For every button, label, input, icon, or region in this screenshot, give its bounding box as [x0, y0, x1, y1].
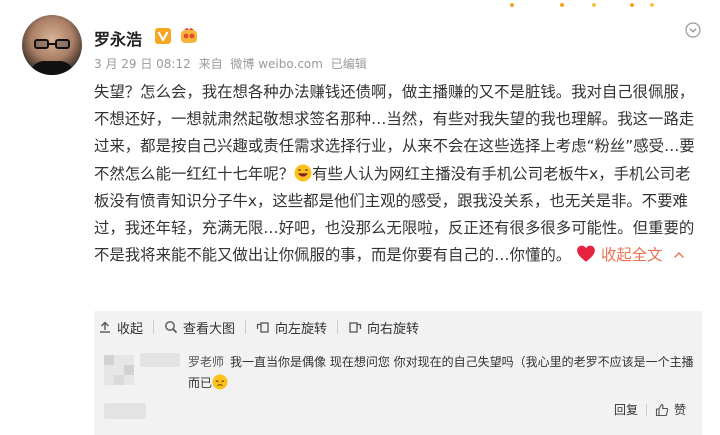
rotate-right-label: 向右旋转 — [367, 321, 420, 337]
comment-mention: 罗老师 — [188, 355, 225, 369]
post-edited[interactable]: 已编辑 — [331, 57, 367, 71]
glasses-shape — [34, 39, 70, 49]
post-source-prefix: 来自 — [198, 57, 223, 71]
like-label: 赞 — [674, 403, 687, 417]
laughing-emoji-icon — [294, 164, 312, 182]
heart-emoji-icon — [577, 245, 595, 262]
divider — [337, 320, 339, 334]
collapse-button[interactable]: 收起 — [98, 318, 143, 337]
top-decoration — [500, 0, 660, 12]
rotate-left-button[interactable]: 向左旋转 — [256, 318, 327, 337]
rotate-right-button[interactable]: 向右旋转 — [348, 318, 419, 337]
thumbs-up-icon — [655, 403, 669, 416]
media-toolbar: 收起 查看大图 向左旋转 向右旋转 — [94, 311, 702, 343]
like-button[interactable]: 赞 — [655, 401, 686, 418]
view-large-button[interactable]: 查看大图 — [164, 318, 235, 337]
comment-body: 我一直当你是偶像 现在想问您 你对现在的自己失望吗（我心里的老罗不应该是一个主播… — [188, 355, 694, 390]
post-meta: 3 月 29 日 08:12 来自 微博 weibo.com 已编辑 — [94, 55, 371, 72]
rotate-left-icon — [256, 322, 269, 333]
comment-time-pixelated — [104, 403, 146, 419]
comment-text: 罗老师 我一直当你是偶像 现在想问您 你对现在的自己失望吗（我心里的老罗不应该是一… — [188, 352, 698, 394]
author-name[interactable]: 罗永浩 — [94, 26, 142, 50]
comment-actions: 回复 赞 — [614, 401, 686, 418]
verified-v-icon — [155, 28, 171, 44]
chevron-up-icon[interactable] — [673, 250, 685, 260]
divider — [153, 320, 155, 334]
reply-button[interactable]: 回复 — [614, 401, 638, 418]
sad-emoji-icon — [212, 374, 228, 390]
divider — [245, 320, 247, 334]
post-date[interactable]: 3 月 29 日 08:12 — [94, 57, 191, 71]
collapse-full-text-link[interactable]: 收起全文 — [601, 246, 663, 264]
avatar[interactable] — [22, 15, 82, 75]
post-source[interactable]: 微博 weibo.com — [230, 57, 323, 71]
view-large-label: 查看大图 — [183, 321, 236, 337]
post-content: 失望？怎么会，我在想各种办法赚钱还债啊，做主播赚的又不是脏钱。我对自己很佩服，不… — [94, 79, 696, 269]
search-icon — [165, 321, 178, 334]
collapse-icon — [100, 321, 110, 333]
collapse-label: 收起 — [117, 321, 144, 337]
commenter-name-pixelated[interactable] — [140, 353, 180, 367]
comment-area: 罗老师 我一直当你是偶像 现在想问您 你对现在的自己失望吗（我心里的老罗不应该是一… — [94, 343, 702, 435]
divider — [646, 403, 648, 416]
commenter-avatar-pixelated[interactable] — [104, 355, 134, 385]
chevron-down-icon[interactable] — [685, 22, 701, 38]
rotate-right-icon — [349, 322, 362, 333]
shirt-shape — [30, 61, 74, 75]
rotate-left-label: 向左旋转 — [275, 321, 328, 337]
fan-badge-icon[interactable] — [178, 27, 200, 45]
